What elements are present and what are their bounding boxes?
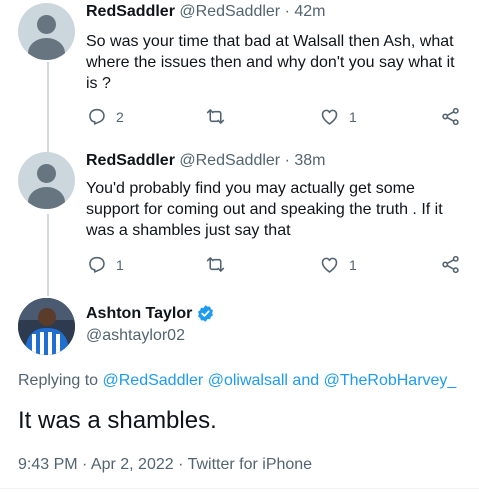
player-photo-icon <box>18 298 75 355</box>
divider <box>0 488 479 489</box>
tweet-header: RedSaddler @RedSaddler · 38m <box>86 152 325 170</box>
separator: · <box>284 3 290 20</box>
share-button[interactable] <box>440 106 461 127</box>
reply-count: 1 <box>116 256 124 273</box>
retweet-button[interactable] <box>205 106 226 127</box>
reply-count: 2 <box>116 108 124 125</box>
reply-button[interactable]: 1 <box>86 254 124 275</box>
reply-icon <box>89 256 105 273</box>
like-count: 1 <box>349 256 357 273</box>
thread-line <box>47 214 49 296</box>
replying-to: Replying to @RedSaddler @oliwalsall and … <box>18 372 456 390</box>
main-author-handle[interactable]: @ashtaylor02 <box>86 327 185 345</box>
mention-link[interactable]: @RedSaddler <box>103 372 204 389</box>
default-avatar-icon[interactable] <box>18 152 75 209</box>
reply-button[interactable]: 2 <box>86 106 124 127</box>
share-icon <box>442 255 459 274</box>
author-avatar[interactable] <box>18 298 75 355</box>
like-icon <box>321 257 338 273</box>
main-author-name[interactable]: Ashton Taylor <box>86 304 215 323</box>
share-icon <box>442 107 459 126</box>
main-tweet-text: It was a shambles. <box>18 407 217 434</box>
author-handle[interactable]: @RedSaddler <box>179 3 280 20</box>
retweet-button[interactable] <box>205 254 226 275</box>
mention-conjunction: and <box>292 372 320 389</box>
replying-to-label: Replying to <box>18 372 99 389</box>
tweet-time[interactable]: 38m <box>294 152 325 169</box>
default-avatar-icon[interactable] <box>18 3 75 60</box>
like-button[interactable]: 1 <box>319 106 357 127</box>
main-author-name-text: Ashton Taylor <box>86 304 193 322</box>
author-name[interactable]: RedSaddler <box>86 152 175 169</box>
thread-line <box>47 62 49 154</box>
like-icon <box>321 109 338 125</box>
share-button[interactable] <box>440 254 461 275</box>
author-name[interactable]: RedSaddler <box>86 3 175 20</box>
tweet-header: RedSaddler @RedSaddler · 42m <box>86 3 325 21</box>
retweet-icon <box>206 109 225 124</box>
tweet-time[interactable]: 42m <box>294 3 325 20</box>
tweet-actions: 1 1 <box>86 254 466 276</box>
reply-icon <box>89 108 105 125</box>
mention-link[interactable]: @TheRobHarvey_ <box>324 372 457 389</box>
like-button[interactable]: 1 <box>319 254 357 275</box>
tweet-timestamp[interactable]: 9:43 PM · Apr 2, 2022 · Twitter for iPho… <box>18 456 312 474</box>
tweet-text: So was your time that bad at Walsall the… <box>86 33 455 92</box>
verified-badge-icon <box>198 305 214 322</box>
mention-link[interactable]: @oliwalsall <box>208 372 288 389</box>
like-count: 1 <box>349 108 357 125</box>
tweet-actions: 2 1 <box>86 106 466 128</box>
author-handle[interactable]: @RedSaddler <box>179 152 280 169</box>
separator: · <box>284 152 290 169</box>
retweet-icon <box>206 257 225 272</box>
tweet-text: You'd probably find you may actually get… <box>86 180 443 239</box>
